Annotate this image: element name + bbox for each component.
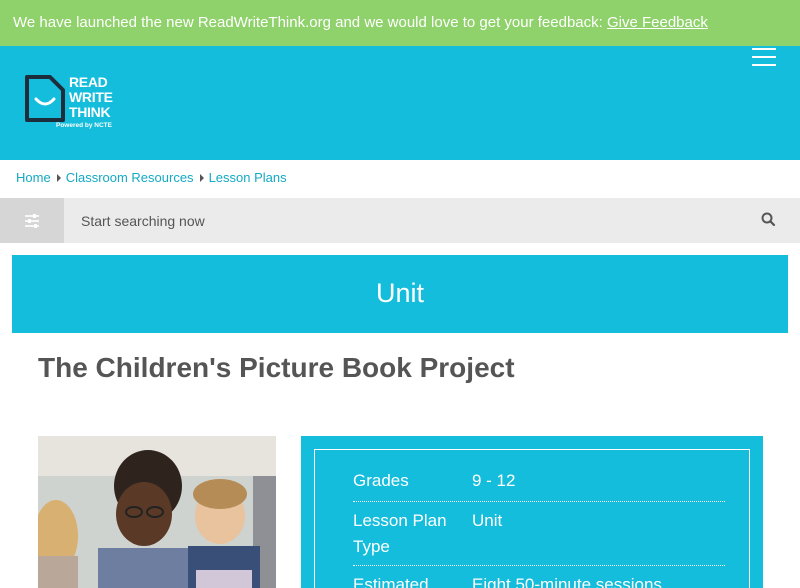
detail-value: 9 - 12 [472,471,516,490]
give-feedback-link[interactable]: Give Feedback [607,14,708,31]
chevron-right-icon [199,174,204,183]
lesson-details-card: Grades 9 - 12 Lesson Plan Type Unit Esti… [301,436,763,588]
details-list: Grades 9 - 12 Lesson Plan Type Unit Esti… [314,449,750,588]
site-header: READ WRITE THINK Powered by NCTE [0,46,800,160]
breadcrumb-home[interactable]: Home [16,170,51,185]
logo-tagline: Powered by NCTE [56,122,112,129]
readwritethink-logo[interactable]: READ WRITE THINK Powered by NCTE [24,74,134,138]
breadcrumb-lesson-plans[interactable]: Lesson Plans [209,170,287,185]
logo-wordmark: READ WRITE THINK [69,74,113,120]
breadcrumb: Home Classroom Resources Lesson Plans [16,170,287,188]
resource-type-banner: Unit [12,255,788,333]
filter-button[interactable] [0,198,64,243]
search-bar [0,198,800,243]
detail-value: Unit [472,511,503,530]
detail-value: Eight 50-minute sessions [472,575,662,588]
filter-sliders-icon [25,214,39,228]
detail-label: Grades [353,471,409,490]
book-smile-icon [25,75,65,122]
announcement-banner: We have launched the new ReadWriteThink.… [0,0,800,46]
breadcrumb-classroom-resources[interactable]: Classroom Resources [66,170,194,185]
banner-text: We have launched the new ReadWriteThink.… [13,14,603,31]
detail-label: Lesson Plan Type [353,511,447,556]
page-title: The Children's Picture Book Project [38,352,515,383]
magnifier-icon [761,212,776,227]
detail-row-lesson-plan-type: Lesson Plan Type Unit [353,508,725,566]
lesson-photo [38,436,276,588]
search-input[interactable] [64,198,744,243]
detail-row-grades: Grades 9 - 12 [353,468,725,502]
hamburger-menu-icon[interactable] [752,46,778,68]
search-button[interactable] [756,208,780,232]
detail-label: Estimated [353,575,429,588]
chevron-right-icon [56,174,61,183]
detail-row-estimated-time: Estimated Eight 50-minute sessions [353,572,725,588]
